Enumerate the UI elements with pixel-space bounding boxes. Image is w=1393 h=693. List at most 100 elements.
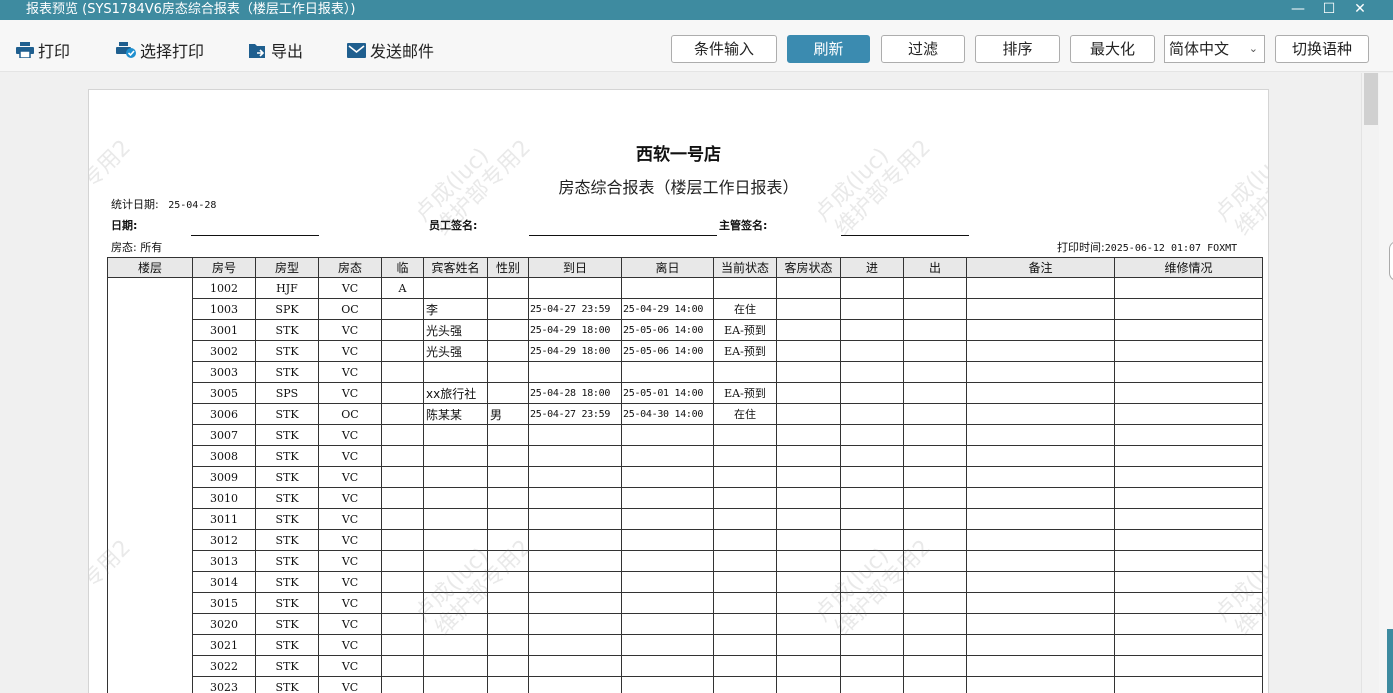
cell-current: [713, 424, 777, 446]
cell-maintenance: [1114, 571, 1263, 593]
cell-status: VC: [318, 550, 382, 572]
cell-temp: [381, 487, 424, 509]
cell-remark: [966, 424, 1115, 446]
cell-out: [903, 445, 967, 467]
cell-gender: [487, 487, 529, 509]
cell-status: VC: [318, 361, 382, 383]
cell-guest: [423, 634, 488, 656]
cell-departure: [621, 529, 714, 551]
table-row: 3013 STK VC: [108, 550, 1263, 572]
print-button[interactable]: 打印: [16, 38, 70, 62]
cell-current: [713, 571, 777, 593]
cell-maintenance: [1114, 361, 1263, 383]
cell-in: [840, 424, 904, 446]
select-print-button[interactable]: 选择打印: [116, 38, 204, 62]
cell-room: 3012: [192, 529, 256, 551]
close-window-button[interactable]: ✕: [1345, 0, 1375, 20]
cell-temp: [381, 508, 424, 530]
cell-gender: [487, 655, 529, 677]
cell-arrival: [528, 529, 622, 551]
sort-button[interactable]: 排序: [975, 35, 1060, 63]
cell-type: STK: [255, 445, 319, 467]
chevron-down-icon: ⌄: [1248, 42, 1258, 55]
cell-room: 3013: [192, 550, 256, 572]
cell-type: STK: [255, 487, 319, 509]
cell-type: STK: [255, 403, 319, 425]
date-field-label: 日期:: [111, 217, 137, 233]
cell-out: [903, 382, 967, 404]
table-row: 3002 STK VC 光头强 25-04-29 18:00 25-05-06 14:00…: [108, 340, 1263, 362]
cell-status: VC: [318, 319, 382, 341]
scrollbar-thumb[interactable]: [1364, 73, 1378, 125]
floor-cell: [107, 277, 193, 693]
table-row: 1003 SPK OC 李 25-04-27 23:59 25-04-29 14:00 在住: [108, 298, 1263, 320]
cell-remark: [966, 592, 1115, 614]
cell-out: [903, 319, 967, 341]
cell-temp: A: [381, 277, 424, 299]
side-panel-handle[interactable]: [1389, 241, 1393, 281]
language-select-value: 简体中文: [1169, 40, 1230, 58]
cell-temp: [381, 403, 424, 425]
cell-gender: 男: [487, 403, 529, 425]
cell-current: [713, 634, 777, 656]
date-line: [191, 235, 319, 236]
cell-arrival: 25-04-29 18:00: [528, 340, 622, 362]
side-panel-strip: [1379, 73, 1393, 693]
cell-current: [713, 676, 777, 693]
cell-current: [713, 445, 777, 467]
refresh-button[interactable]: 刷新: [787, 35, 870, 63]
cell-remark: [966, 319, 1115, 341]
maximize-window-button[interactable]: ☐: [1314, 0, 1344, 20]
cell-status: VC: [318, 508, 382, 530]
cell-room-status: [776, 340, 841, 362]
cell-room: 3009: [192, 466, 256, 488]
cell-remark: [966, 403, 1115, 425]
cell-arrival: [528, 508, 622, 530]
cell-guest: [423, 361, 488, 383]
send-email-button[interactable]: 发送邮件: [347, 38, 434, 62]
language-select[interactable]: 简体中文 ⌄: [1164, 35, 1265, 63]
cell-type: STK: [255, 571, 319, 593]
cell-arrival: 25-04-27 23:59: [528, 298, 622, 320]
date-label: 日期:: [111, 219, 138, 232]
cell-guest: [423, 613, 488, 635]
cell-type: STK: [255, 529, 319, 551]
cell-guest: [423, 487, 488, 509]
cell-room-status: [776, 655, 841, 677]
report-viewer: 西软一号店 房态综合报表（楼层工作日报表） 统计日期: 25-04-28 日期:…: [0, 73, 1361, 693]
cell-out: [903, 634, 967, 656]
cell-in: [840, 550, 904, 572]
table-row: 3003 STK VC: [108, 361, 1263, 383]
cell-temp: [381, 613, 424, 635]
side-panel-accent: [1387, 629, 1393, 693]
cell-out: [903, 613, 967, 635]
column-header: 备注: [966, 257, 1115, 278]
cell-guest: [423, 592, 488, 614]
condition-input-button[interactable]: 条件输入: [671, 35, 777, 63]
cell-in: [840, 466, 904, 488]
export-button[interactable]: 导出: [249, 38, 303, 62]
minimize-button[interactable]: —: [1283, 0, 1313, 20]
cell-guest: [423, 445, 488, 467]
cell-arrival: 25-04-29 18:00: [528, 319, 622, 341]
cell-departure: [621, 508, 714, 530]
switch-language-button[interactable]: 切换语种: [1275, 35, 1369, 63]
cell-out: [903, 277, 967, 299]
print-time-label: 打印时间:: [1057, 241, 1105, 254]
column-header: 维修情况: [1114, 257, 1263, 278]
maximize-button[interactable]: 最大化: [1070, 35, 1155, 63]
cell-room-status: [776, 676, 841, 693]
cell-in: [840, 319, 904, 341]
mail-icon: [347, 42, 366, 58]
cell-gender: [487, 277, 529, 299]
cell-in: [840, 445, 904, 467]
cell-status: VC: [318, 340, 382, 362]
cell-gender: [487, 613, 529, 635]
cell-room-status: [776, 424, 841, 446]
cell-remark: [966, 361, 1115, 383]
vertical-scrollbar[interactable]: [1361, 73, 1379, 693]
cell-room-status: [776, 613, 841, 635]
cell-guest: [423, 424, 488, 446]
column-header: 出: [903, 257, 967, 278]
filter-button[interactable]: 过滤: [881, 35, 965, 63]
